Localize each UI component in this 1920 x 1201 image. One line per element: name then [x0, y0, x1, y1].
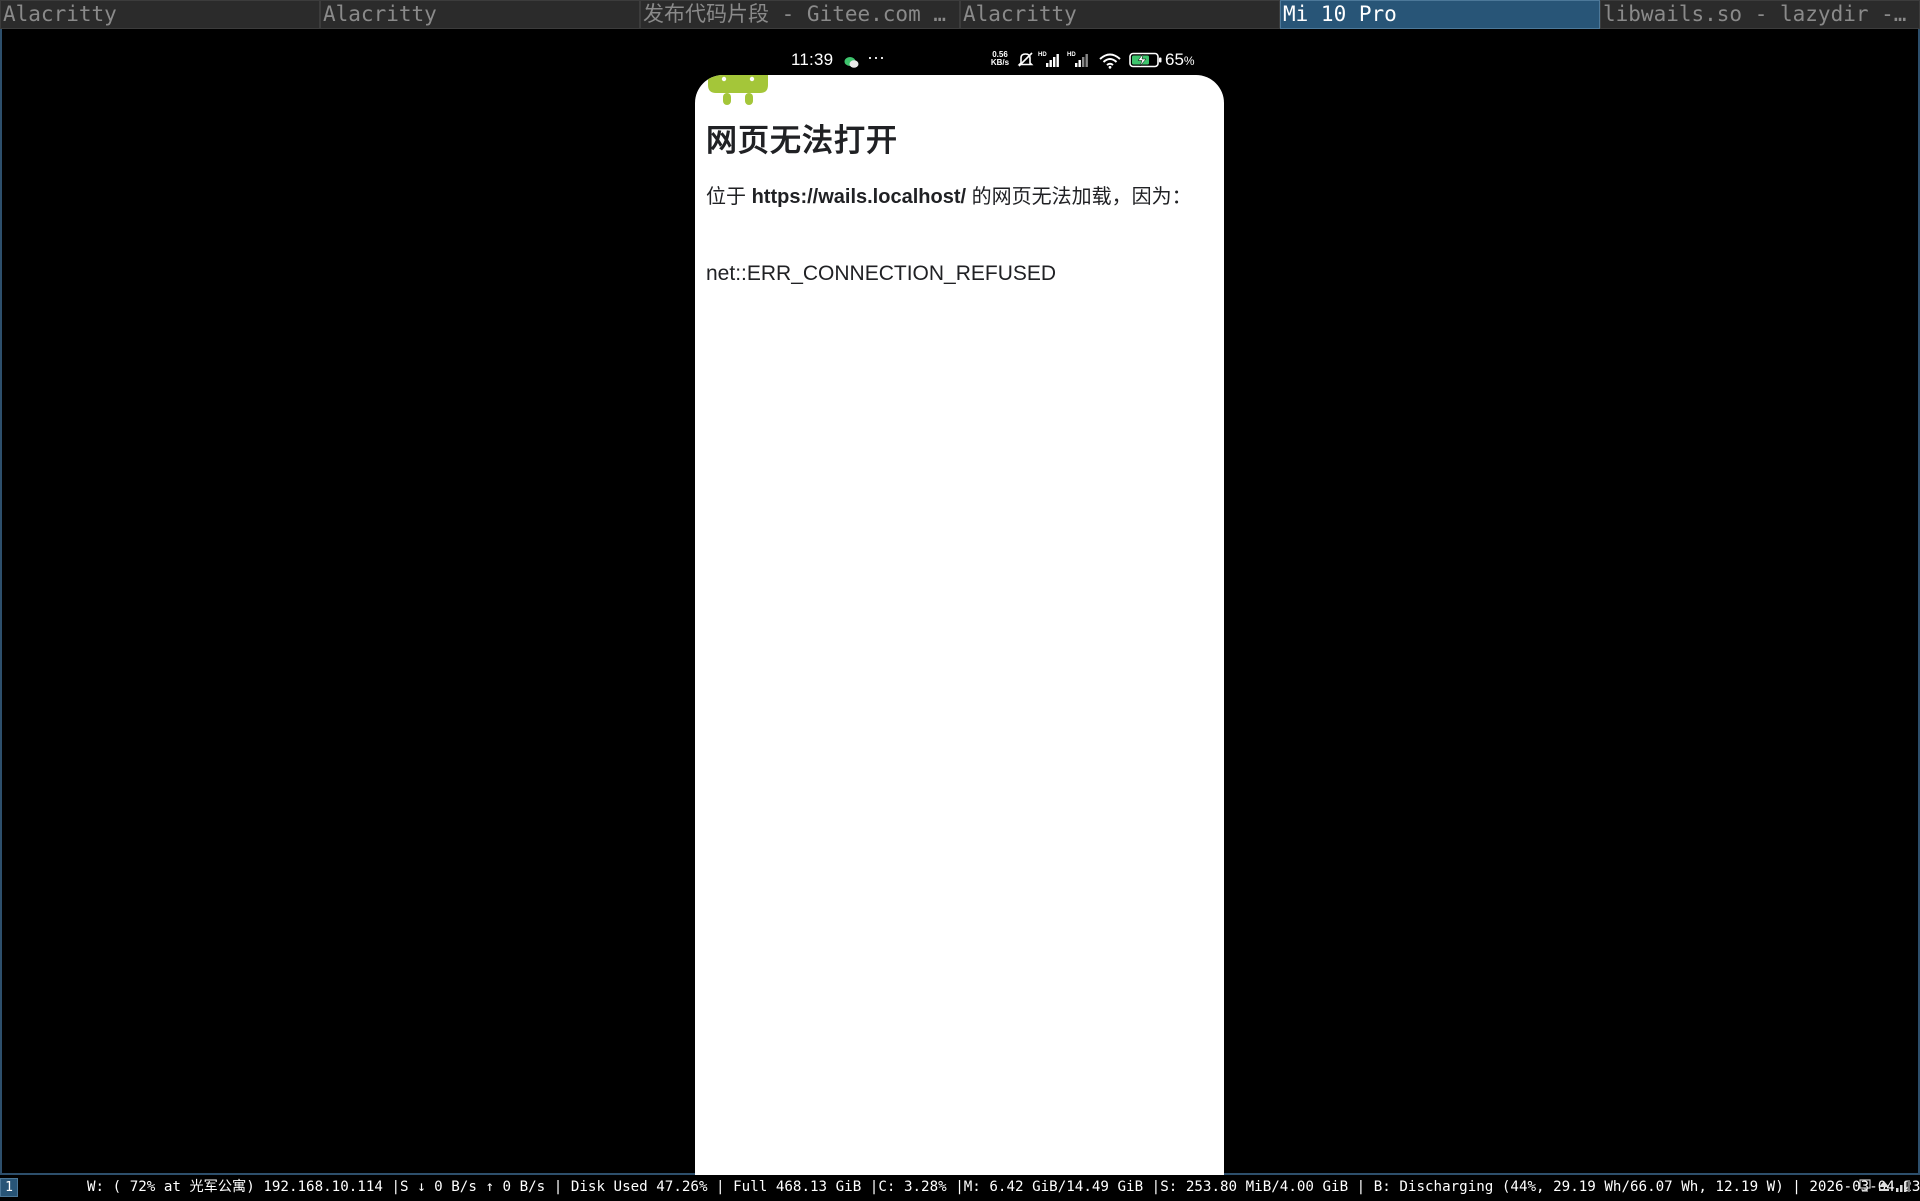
error-description: 位于 https://wails.localhost/ 的网页无法加载，因为：	[706, 183, 1211, 212]
svg-text:HD: HD	[1067, 52, 1076, 58]
status-time: 11:39	[791, 50, 834, 69]
tab-lazydir[interactable]: libwails.so - lazydir -…	[1600, 0, 1920, 29]
tab-mi-10-pro[interactable]: Mi 10 Pro	[1280, 0, 1600, 29]
eject-icon[interactable]	[1878, 1176, 1890, 1201]
net-speed-unit: KB/s	[990, 58, 1010, 67]
mute-icon	[1017, 51, 1034, 73]
status-line: W: ( 72% at 光军公寓) 192.168.10.114 |S ↓ 0 …	[87, 1179, 1920, 1195]
signal-hd-icon: HD	[1038, 50, 1062, 73]
wechat-icon	[844, 54, 859, 68]
signal-bars-icon[interactable]	[1896, 1176, 1910, 1201]
i3-status-bar: 1 W: ( 72% at 光军公寓) 192.168.10.114 |S ↓ …	[0, 1175, 1920, 1200]
phone-status-bar: 11:39 ··· 0.56 KB/s HD HD 65%	[695, 45, 1224, 75]
error-url: https://wails.localhost/	[751, 186, 967, 208]
error-desc-prefix: 位于	[706, 186, 752, 208]
tab-alacritty-3[interactable]: Alacritty	[960, 0, 1280, 29]
more-notifications-icon: ···	[867, 47, 885, 67]
wifi-icon	[1098, 52, 1122, 74]
battery-percent: 65%	[1165, 50, 1195, 69]
svg-text:HD: HD	[1038, 52, 1047, 58]
workspace-button[interactable]: 1	[0, 1178, 18, 1197]
net-speed: 0.56 KB/s	[988, 51, 1012, 67]
tab-alacritty-1[interactable]: Alacritty	[0, 0, 320, 29]
tab-alacritty-2[interactable]: Alacritty	[320, 0, 640, 29]
battery-charging-icon	[1129, 52, 1163, 73]
webview-error-page[interactable]: 网页无法打开 位于 https://wails.localhost/ 的网页无法…	[695, 75, 1224, 1175]
android-icon	[703, 75, 773, 111]
network-icon[interactable]	[1858, 1176, 1872, 1201]
system-tray	[1858, 1178, 1910, 1196]
error-desc-suffix: 的网页无法加载，因为：	[966, 186, 1192, 208]
phone-screen-mirror[interactable]: 11:39 ··· 0.56 KB/s HD HD 65% 网页无法打开 位于 …	[695, 45, 1224, 1175]
window-tab-bar: Alacritty Alacritty 发布代码片段 - Gitee.com ……	[0, 0, 1920, 29]
signal-hd-icon: HD	[1067, 50, 1091, 73]
error-code: net::ERR_CONNECTION_REFUSED	[706, 262, 1057, 285]
tab-gitee[interactable]: 发布代码片段 - Gitee.com …	[640, 0, 960, 29]
page-title: 网页无法打开	[706, 123, 898, 158]
